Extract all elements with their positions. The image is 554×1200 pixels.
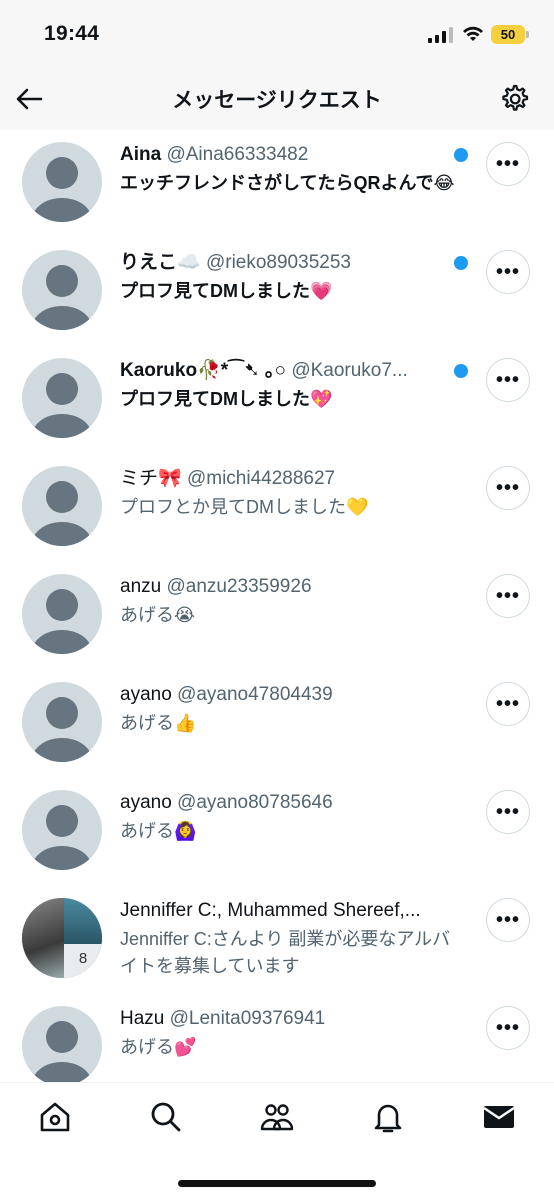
bell-icon[interactable]: [370, 1099, 406, 1135]
more-options-button[interactable]: •••: [486, 898, 530, 942]
unread-dot: [454, 364, 468, 378]
request-row[interactable]: ayano @ayano47804439 あげる👍 •••: [0, 670, 554, 778]
wifi-icon: [463, 26, 483, 41]
message-preview: あげる😭: [120, 605, 196, 625]
message-preview: プロフとか見てDMしました💛: [120, 497, 369, 517]
status-bar: 19:44 50: [0, 0, 554, 70]
message-preview: あげる💕: [120, 1037, 197, 1057]
default-avatar: [22, 358, 102, 438]
top-bar: メッセージリクエスト: [0, 70, 554, 130]
message-preview: Jenniffer C:さんより 副業が必要なアルバイトを募集しています: [120, 929, 451, 976]
more-options-button[interactable]: •••: [486, 574, 530, 618]
more-options-button[interactable]: •••: [486, 682, 530, 726]
sender-handle: @anzu23359926: [166, 576, 312, 597]
request-row[interactable]: ミチ🎀 @michi44288627 プロフとか見てDMしました💛 •••: [0, 454, 554, 562]
sender-name: ayano: [120, 792, 172, 813]
sender-name: Kaoruko🥀*⁀➷ ｡○: [120, 360, 287, 381]
signal-icon: [428, 27, 453, 43]
default-avatar: [22, 790, 102, 870]
group-members: Jenniffer C:, Muhammed Shereef,...: [120, 900, 421, 921]
sender-handle: @rieko89035253: [205, 252, 351, 273]
default-avatar: [22, 1006, 102, 1086]
sender-name: りえこ☁️: [120, 252, 201, 273]
message-preview: プロフ見てDMしました💗: [120, 281, 333, 301]
page-title: メッセージリクエスト: [172, 89, 382, 112]
more-options-button[interactable]: •••: [486, 142, 530, 186]
sender-handle: @Aina66333482: [166, 144, 309, 165]
sender-name: ミチ🎀: [120, 468, 182, 489]
status-time: 19:44: [44, 22, 100, 45]
message-preview: あげる🙆‍♀️: [120, 821, 197, 841]
request-row[interactable]: Aina @Aina66333482 エッチフレンドさがしてたらQRよんで😂 •…: [0, 130, 554, 238]
sender-handle: @Kaoruko7...: [291, 360, 408, 381]
request-row[interactable]: anzu @anzu23359926 あげる😭 •••: [0, 562, 554, 670]
member-count-badge: 8: [64, 944, 102, 978]
group-request-row[interactable]: 8 Jenniffer C:, Muhammed Shereef,... Jen…: [0, 886, 554, 994]
sender-handle: @michi44288627: [186, 468, 336, 489]
sender-name: ayano: [120, 684, 172, 705]
mail-icon[interactable]: [481, 1099, 517, 1135]
more-options-button[interactable]: •••: [486, 358, 530, 402]
request-row[interactable]: Kaoruko🥀*⁀➷ ｡○ @Kaoruko7... プロフ見てDMしました💖…: [0, 346, 554, 454]
request-row[interactable]: ayano @ayano80785646 あげる🙆‍♀️ •••: [0, 778, 554, 886]
default-avatar: [22, 466, 102, 546]
more-options-button[interactable]: •••: [486, 790, 530, 834]
sender-name: Hazu: [120, 1008, 165, 1029]
member-photo: [22, 898, 64, 978]
settings-gear-icon[interactable]: [498, 83, 530, 115]
home-indicator[interactable]: [178, 1180, 376, 1187]
message-preview: あげる👍: [120, 713, 197, 733]
sender-handle: @Lenita09376941: [169, 1008, 326, 1029]
sender-name: Aina: [120, 144, 162, 165]
message-preview: エッチフレンドさがしてたらQRよんで😂: [120, 173, 455, 193]
default-avatar: [22, 574, 102, 654]
communities-icon[interactable]: [259, 1099, 295, 1135]
sender-name: anzu: [120, 576, 162, 597]
unread-dot: [454, 256, 468, 270]
sender-handle: @ayano80785646: [177, 792, 333, 813]
home-icon[interactable]: [37, 1099, 73, 1135]
member-photo: [64, 898, 102, 944]
more-options-button[interactable]: •••: [486, 466, 530, 510]
message-preview: プロフ見てDMしました💖: [120, 389, 333, 409]
battery-indicator: 50: [491, 25, 529, 44]
default-avatar: [22, 142, 102, 222]
request-row[interactable]: りえこ☁️ @rieko89035253 プロフ見てDMしました💗 •••: [0, 238, 554, 346]
search-icon[interactable]: [148, 1099, 184, 1135]
message-request-list: Aina @Aina66333482 エッチフレンドさがしてたらQRよんで😂 •…: [0, 130, 554, 1102]
default-avatar: [22, 682, 102, 762]
unread-dot: [454, 148, 468, 162]
more-options-button[interactable]: •••: [486, 1006, 530, 1050]
group-avatar: 8: [22, 898, 102, 978]
more-options-button[interactable]: •••: [486, 250, 530, 294]
default-avatar: [22, 250, 102, 330]
sender-handle: @ayano47804439: [177, 684, 333, 705]
